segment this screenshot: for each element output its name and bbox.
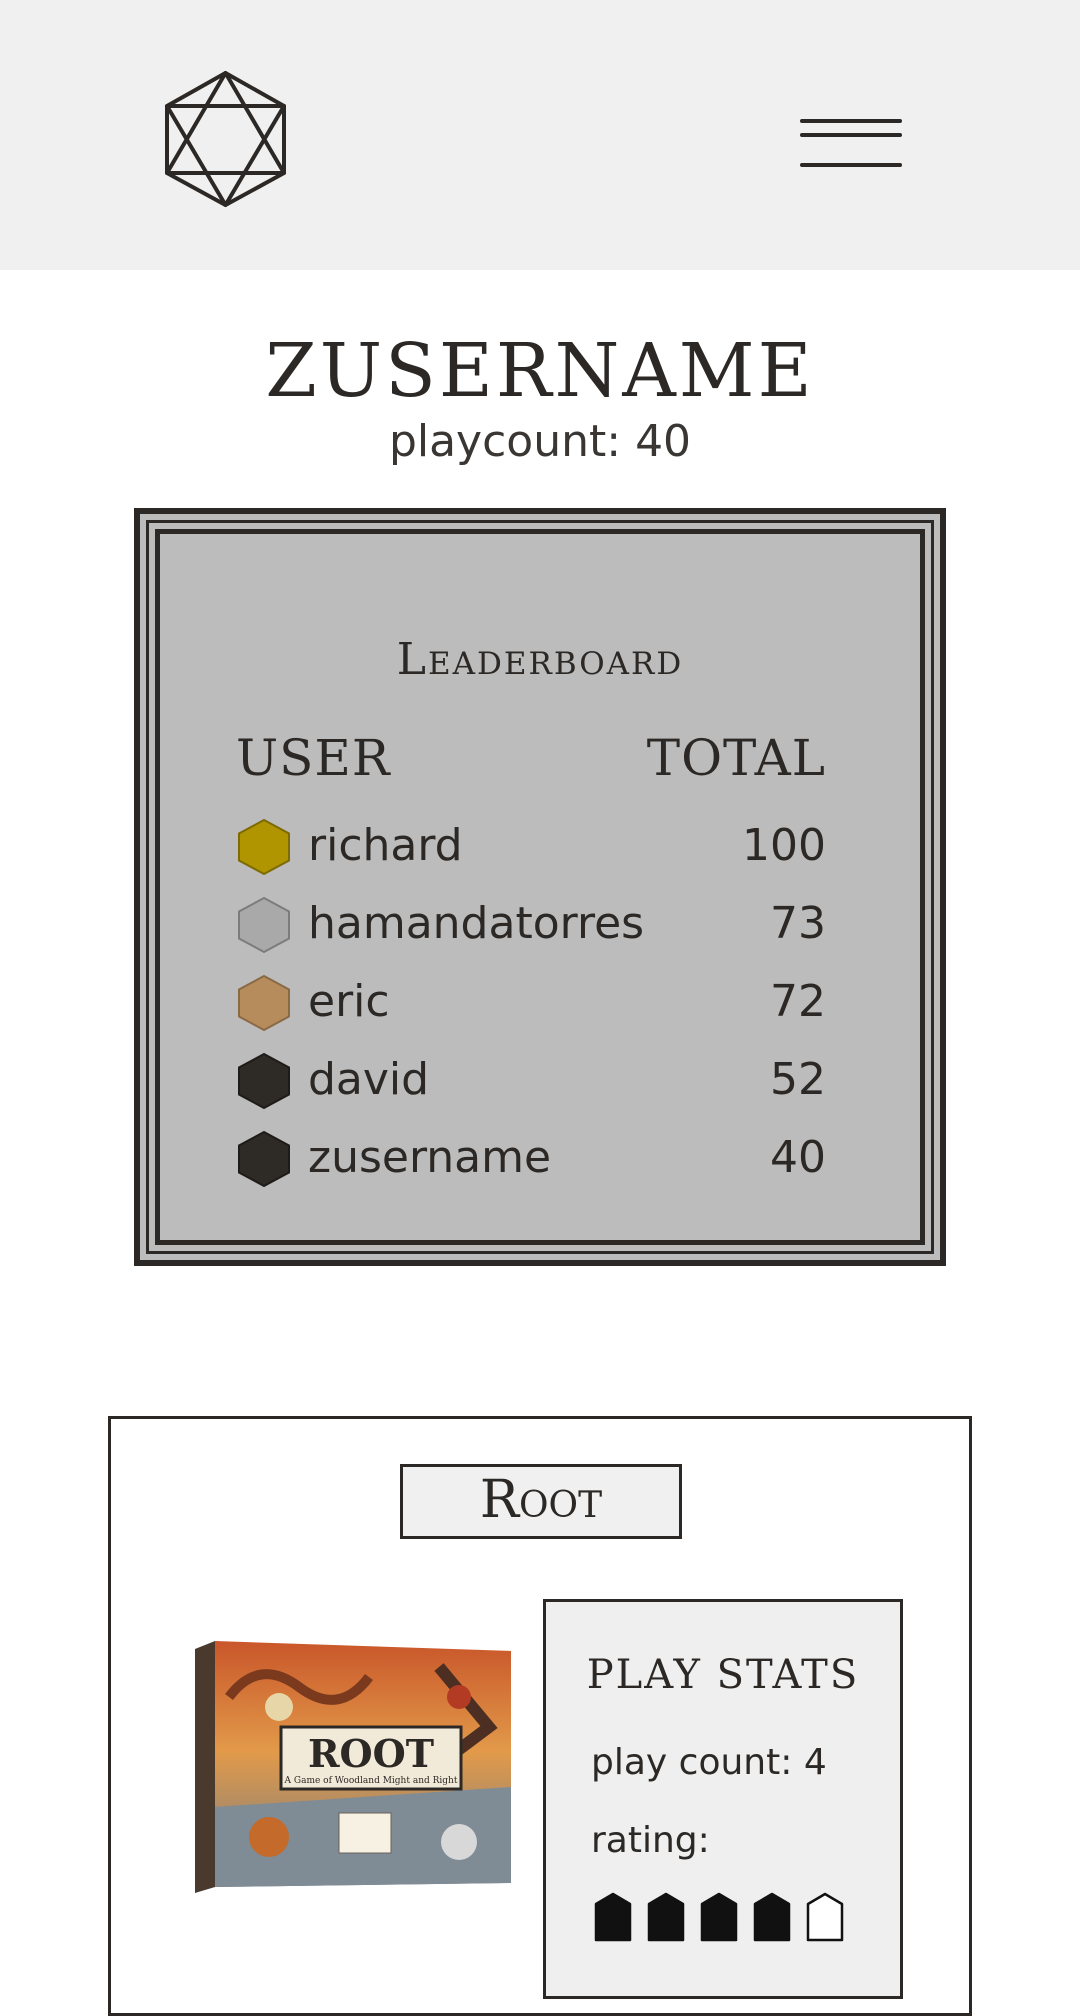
playcount-label: playcount: <box>388 416 622 467</box>
silver-hexagon-icon <box>238 896 290 954</box>
play-stats-panel: PLAY STATS play count: 4 rating: <box>543 1599 903 1999</box>
rating-hex-filled-icon <box>647 1892 685 1942</box>
bronze-hexagon-icon <box>238 974 290 1032</box>
game-box-art-image[interactable]: ROOT A Game of Woodland Might and Right <box>189 1637 515 1897</box>
profile-playcount: playcount: 40 <box>0 416 1080 467</box>
leaderboard-username: eric <box>308 976 390 1027</box>
leaderboard-frame: Leaderboard USER TOTAL richard 100 haman… <box>146 520 934 1254</box>
rating-hex-filled-icon <box>700 1892 738 1942</box>
rating-hex-empty-icon <box>806 1892 844 1942</box>
menu-bar <box>800 163 902 167</box>
leaderboard-username: hamandatorres <box>308 898 645 949</box>
leaderboard-frame-inner: Leaderboard USER TOTAL richard 100 haman… <box>155 529 925 1245</box>
hamburger-menu-icon[interactable] <box>800 115 902 171</box>
leaderboard-panel: Leaderboard USER TOTAL richard 100 haman… <box>134 508 946 1266</box>
leaderboard-total: 40 <box>770 1132 826 1183</box>
top-header <box>0 0 1080 270</box>
d20-dice-icon[interactable] <box>163 70 288 208</box>
play-count-value: 4 <box>803 1742 827 1783</box>
play-count-label: play count: <box>591 1742 793 1783</box>
leaderboard-title: Leaderboard <box>396 634 684 685</box>
leaderboard-username: richard <box>308 820 463 871</box>
game-card: Root ROOT A Game of Woodland Might and R… <box>108 1416 972 2016</box>
game-title[interactable]: Root <box>400 1464 682 1539</box>
playcount-value: 40 <box>635 416 692 467</box>
page-title-username: ZUSERNAME <box>265 328 815 414</box>
dark-hexagon-icon <box>238 1052 290 1110</box>
leaderboard-row[interactable]: david 52 <box>236 1048 826 1126</box>
column-header-user: USER <box>236 729 391 787</box>
menu-bar <box>800 119 902 123</box>
box-art-title: ROOT <box>308 1731 434 1776</box>
rating-hex-filled-icon <box>594 1892 632 1942</box>
leaderboard-total: 72 <box>770 976 826 1027</box>
leaderboard-row[interactable]: richard 100 <box>236 814 826 892</box>
column-header-total: TOTAL <box>646 729 826 787</box>
dark-hexagon-icon <box>238 1130 290 1188</box>
leaderboard-row[interactable]: zusername 40 <box>236 1126 826 1204</box>
stat-play-count: play count: 4 <box>591 1742 827 1783</box>
play-stats-title: PLAY STATS <box>586 1652 860 1698</box>
leaderboard-username: david <box>308 1054 430 1105</box>
rating-hexagons <box>594 1892 844 1942</box>
leaderboard-list: richard 100 hamandatorres 73 eric 72 dav… <box>236 814 826 1204</box>
stat-rating: rating: <box>591 1820 710 1861</box>
leaderboard-total: 73 <box>770 898 826 949</box>
gold-hexagon-icon <box>238 818 290 876</box>
box-art-subtitle: A Game of Woodland Might and Right <box>284 1776 458 1786</box>
leaderboard-total: 100 <box>742 820 826 871</box>
menu-bar <box>800 133 902 137</box>
leaderboard-username: zusername <box>308 1132 552 1183</box>
leaderboard-header: USER TOTAL <box>236 729 826 789</box>
leaderboard-row[interactable]: hamandatorres 73 <box>236 892 826 970</box>
leaderboard-row[interactable]: eric 72 <box>236 970 826 1048</box>
rating-hex-filled-icon <box>753 1892 791 1942</box>
leaderboard-total: 52 <box>770 1054 826 1105</box>
